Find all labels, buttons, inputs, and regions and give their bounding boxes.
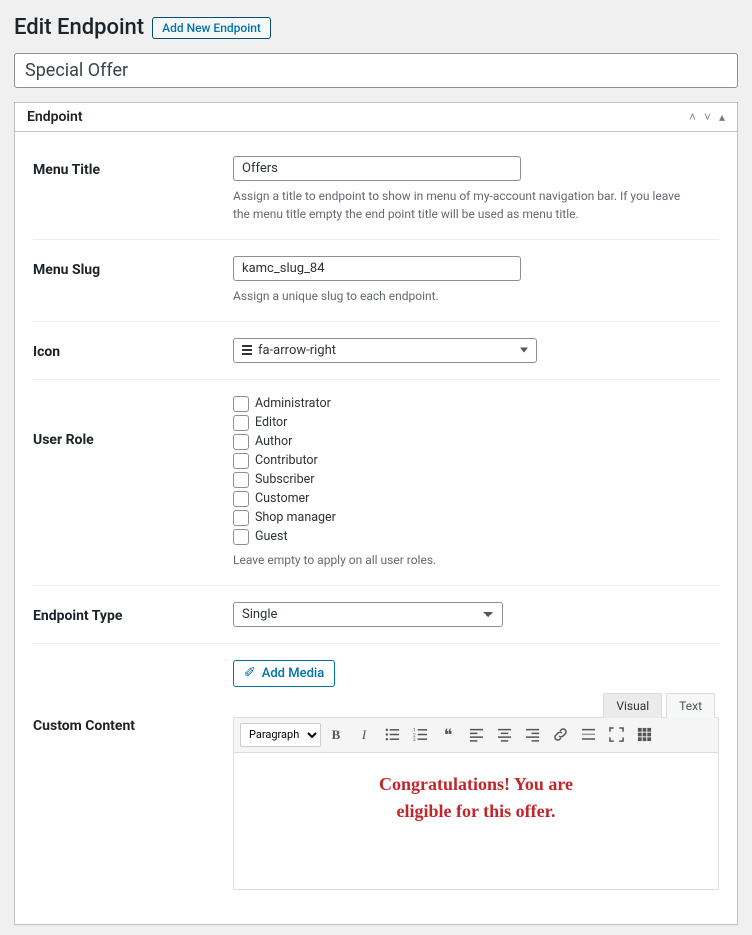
- media-icon: ✐: [244, 666, 256, 680]
- user-role-option[interactable]: Administrator: [233, 396, 719, 412]
- align-left-button[interactable]: [463, 722, 489, 748]
- menu-slug-input[interactable]: [233, 256, 521, 281]
- insert-more-icon: [581, 727, 596, 742]
- align-center-icon: [497, 727, 512, 742]
- page-title: Edit Endpoint: [14, 14, 144, 43]
- user-role-option[interactable]: Shop manager: [233, 510, 719, 526]
- icon-select[interactable]: fa-arrow-right: [233, 338, 537, 363]
- fullscreen-button[interactable]: [603, 722, 629, 748]
- checkbox-icon[interactable]: [233, 396, 249, 412]
- icon-select-value: fa-arrow-right: [258, 343, 336, 358]
- move-down-icon[interactable]: ˅: [704, 110, 711, 124]
- checkbox-icon[interactable]: [233, 415, 249, 431]
- rich-text-editor: Paragraph B I 123 ❝: [233, 717, 719, 890]
- editor-content-area[interactable]: Congratulations! You are eligible for th…: [234, 753, 718, 889]
- user-role-description: Leave empty to apply on all user roles.: [233, 551, 693, 569]
- user-role-option[interactable]: Customer: [233, 491, 719, 507]
- blockquote-button[interactable]: ❝: [435, 722, 461, 748]
- add-new-endpoint-button[interactable]: Add New Endpoint: [152, 17, 271, 39]
- move-up-icon[interactable]: ˄: [689, 110, 696, 124]
- toolbar-toggle-button[interactable]: [631, 722, 657, 748]
- align-right-button[interactable]: [519, 722, 545, 748]
- align-center-button[interactable]: [491, 722, 517, 748]
- menu-title-description: Assign a title to endpoint to show in me…: [233, 187, 693, 223]
- user-role-option[interactable]: Subscriber: [233, 472, 719, 488]
- bold-button[interactable]: B: [323, 722, 349, 748]
- block-format-select[interactable]: Paragraph: [240, 723, 321, 747]
- add-media-button[interactable]: ✐ Add Media: [233, 660, 335, 687]
- menu-slug-description: Assign a unique slug to each endpoint.: [233, 287, 693, 305]
- fullscreen-icon: [609, 727, 624, 742]
- insert-more-button[interactable]: [575, 722, 601, 748]
- menu-slug-label: Menu Slug: [33, 256, 233, 278]
- editor-toolbar: Paragraph B I 123 ❝: [234, 718, 718, 753]
- checkbox-icon[interactable]: [233, 510, 249, 526]
- user-role-option-label: Editor: [255, 415, 287, 430]
- endpoint-type-label: Endpoint Type: [33, 602, 233, 624]
- user-role-option[interactable]: Author: [233, 434, 719, 450]
- link-button[interactable]: [547, 722, 573, 748]
- link-icon: [553, 727, 568, 742]
- editor-text-line2: eligible for this offer.: [397, 801, 556, 821]
- bullet-list-icon: [385, 727, 400, 742]
- metabox-title: Endpoint: [27, 109, 83, 125]
- checkbox-icon[interactable]: [233, 529, 249, 545]
- user-role-option[interactable]: Editor: [233, 415, 719, 431]
- editor-text-line1: Congratulations! You are: [379, 774, 573, 794]
- align-left-icon: [469, 727, 484, 742]
- toolbar-toggle-icon: [637, 727, 652, 742]
- user-role-option-label: Customer: [255, 491, 309, 506]
- user-role-option-label: Author: [255, 434, 292, 449]
- italic-button[interactable]: I: [351, 722, 377, 748]
- tab-text[interactable]: Text: [666, 693, 715, 718]
- numbered-list-button[interactable]: 123: [407, 722, 433, 748]
- user-role-option[interactable]: Contributor: [233, 453, 719, 469]
- user-role-option-label: Guest: [255, 529, 288, 544]
- user-role-option-label: Administrator: [255, 396, 331, 411]
- icon-label: Icon: [33, 338, 233, 360]
- align-right-icon: [525, 727, 540, 742]
- menu-title-input[interactable]: [233, 156, 521, 181]
- endpoint-type-select[interactable]: Single: [233, 602, 503, 627]
- tab-visual[interactable]: Visual: [603, 693, 662, 718]
- toggle-panel-icon[interactable]: ▴: [719, 110, 725, 124]
- user-role-option[interactable]: Guest: [233, 529, 719, 545]
- custom-content-label: Custom Content: [33, 660, 233, 734]
- user-role-options: Administrator Editor Author Contributor Subs…: [233, 396, 719, 545]
- checkbox-icon[interactable]: [233, 434, 249, 450]
- user-role-option-label: Shop manager: [255, 510, 336, 525]
- bullet-list-button[interactable]: [379, 722, 405, 748]
- endpoint-title-input[interactable]: Special Offer: [14, 53, 738, 88]
- checkbox-icon[interactable]: [233, 472, 249, 488]
- menu-title-label: Menu Title: [33, 156, 233, 178]
- checkbox-icon[interactable]: [233, 453, 249, 469]
- user-role-label: User Role: [33, 396, 233, 448]
- endpoint-metabox: Endpoint ˄ ˅ ▴ Menu Title Assign a title…: [14, 102, 738, 925]
- icon-preview-icon: [242, 345, 252, 355]
- add-media-label: Add Media: [262, 666, 324, 681]
- user-role-option-label: Contributor: [255, 453, 318, 468]
- checkbox-icon[interactable]: [233, 491, 249, 507]
- user-role-option-label: Subscriber: [255, 472, 315, 487]
- numbered-list-icon: 123: [413, 727, 428, 742]
